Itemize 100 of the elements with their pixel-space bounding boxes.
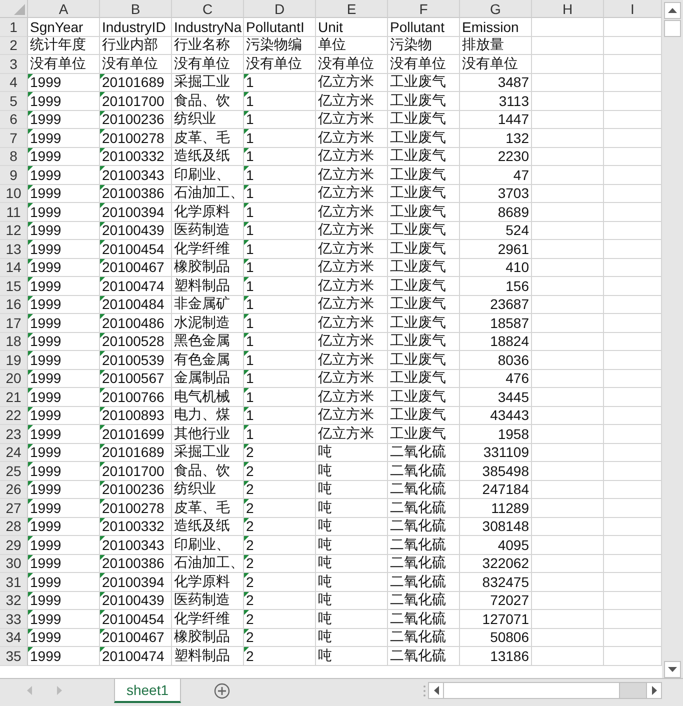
select-all-corner[interactable] <box>0 0 28 18</box>
table-cell: 1999 <box>28 129 100 148</box>
right-arrow-icon[interactable] <box>56 686 62 694</box>
table-cell: 亿立方米 <box>316 370 388 388</box>
row-header[interactable]: 2 <box>0 36 28 55</box>
column-header[interactable]: E <box>316 0 388 18</box>
row-header[interactable]: 6 <box>0 110 28 129</box>
table-cell: 2 <box>244 462 316 480</box>
horizontal-scrollbar[interactable] <box>428 682 662 699</box>
row-header[interactable]: 20 <box>0 370 28 388</box>
row-header[interactable]: 27 <box>0 499 28 518</box>
row-header[interactable]: 15 <box>0 277 28 296</box>
scroll-up-button[interactable] <box>664 2 681 19</box>
add-sheet-icon[interactable] <box>214 683 230 699</box>
table-cell: 二氧化硫 <box>388 647 460 666</box>
table-cell: 吨 <box>316 573 388 592</box>
row-header[interactable]: 8 <box>0 148 28 166</box>
table-cell: 20100567 <box>100 370 172 388</box>
row-header[interactable]: 13 <box>0 240 28 258</box>
column-header[interactable]: G <box>460 0 532 18</box>
table-cell: 1999 <box>28 110 100 129</box>
row-header[interactable]: 21 <box>0 388 28 406</box>
row-header[interactable]: 7 <box>0 129 28 148</box>
table-cell: 2 <box>244 480 316 499</box>
column-header[interactable]: F <box>388 0 460 18</box>
row-header[interactable]: 10 <box>0 184 28 203</box>
row-header[interactable]: 35 <box>0 647 28 666</box>
empty-cell <box>532 258 604 277</box>
table-cell: 工业废气 <box>388 74 460 92</box>
row-header[interactable]: 29 <box>0 536 28 554</box>
table-cell: 工业废气 <box>388 92 460 110</box>
scroll-down-button[interactable] <box>664 661 681 678</box>
row-header[interactable]: 17 <box>0 314 28 332</box>
table-cell: 行业名称 <box>172 36 244 55</box>
table-cell: 3113 <box>460 92 532 110</box>
table-cell: 1999 <box>28 296 100 314</box>
empty-cell <box>532 370 604 388</box>
row-header[interactable]: 26 <box>0 480 28 499</box>
left-arrow-icon[interactable] <box>26 686 32 694</box>
table-cell: 1999 <box>28 314 100 332</box>
table-cell: 吨 <box>316 610 388 628</box>
column-header[interactable]: H <box>532 0 604 18</box>
splitter-dots-icon[interactable] <box>423 685 426 697</box>
row-header[interactable]: 34 <box>0 628 28 647</box>
table-cell: 20100278 <box>100 499 172 518</box>
row-header[interactable]: 32 <box>0 592 28 610</box>
table-cell: 工业废气 <box>388 129 460 148</box>
column-header[interactable]: I <box>604 0 662 18</box>
table-cell: 20100893 <box>100 406 172 425</box>
table-cell: 没有单位 <box>172 55 244 74</box>
table-cell: 18824 <box>460 332 532 351</box>
table-cell: 采掘工业 <box>172 444 244 462</box>
scrollbar-thumb[interactable] <box>664 20 681 37</box>
table-cell: 1 <box>244 351 316 370</box>
table-cell: 亿立方米 <box>316 222 388 240</box>
column-header[interactable]: A <box>28 0 100 18</box>
row-header[interactable]: 5 <box>0 92 28 110</box>
row-header[interactable]: 3 <box>0 55 28 74</box>
row-header[interactable]: 24 <box>0 444 28 462</box>
table-cell: 20100454 <box>100 240 172 258</box>
row-header[interactable]: 12 <box>0 222 28 240</box>
row-header[interactable]: 19 <box>0 351 28 370</box>
table-cell: 20101689 <box>100 74 172 92</box>
row-header[interactable]: 11 <box>0 203 28 222</box>
row-header[interactable]: 22 <box>0 406 28 425</box>
left-arrow-icon <box>434 686 438 695</box>
row-header[interactable]: 18 <box>0 332 28 351</box>
table-cell: 1958 <box>460 425 532 444</box>
row-header[interactable]: 4 <box>0 74 28 92</box>
scroll-left-button[interactable] <box>429 683 443 698</box>
row-header[interactable]: 9 <box>0 166 28 184</box>
table-cell: 工业废气 <box>388 370 460 388</box>
table-cell: 20100394 <box>100 203 172 222</box>
table-cell: 1 <box>244 184 316 203</box>
row-header[interactable]: 33 <box>0 610 28 628</box>
sheet-tab[interactable]: sheet1 <box>114 679 181 703</box>
table-cell: 524 <box>460 222 532 240</box>
table-cell: SgnYear <box>28 18 100 36</box>
empty-cell <box>532 92 604 110</box>
row-header[interactable]: 31 <box>0 573 28 592</box>
empty-cell <box>532 296 604 314</box>
table-cell: 工业废气 <box>388 148 460 166</box>
table-cell: 3487 <box>460 74 532 92</box>
scrollbar-thumb[interactable] <box>443 683 620 698</box>
row-header[interactable]: 16 <box>0 296 28 314</box>
column-header[interactable]: B <box>100 0 172 18</box>
row-header[interactable]: 1 <box>0 18 28 36</box>
row-header[interactable]: 30 <box>0 554 28 573</box>
row-header[interactable]: 28 <box>0 518 28 536</box>
row-header[interactable]: 14 <box>0 258 28 277</box>
table-cell: 工业废气 <box>388 406 460 425</box>
column-header[interactable]: D <box>244 0 316 18</box>
table-cell: PollutantI <box>244 18 316 36</box>
table-cell: 亿立方米 <box>316 129 388 148</box>
table-cell: 1999 <box>28 240 100 258</box>
row-header[interactable]: 23 <box>0 425 28 444</box>
column-header[interactable]: C <box>172 0 244 18</box>
table-cell: 亿立方米 <box>316 74 388 92</box>
scroll-right-button[interactable] <box>646 683 661 698</box>
row-header[interactable]: 25 <box>0 462 28 480</box>
